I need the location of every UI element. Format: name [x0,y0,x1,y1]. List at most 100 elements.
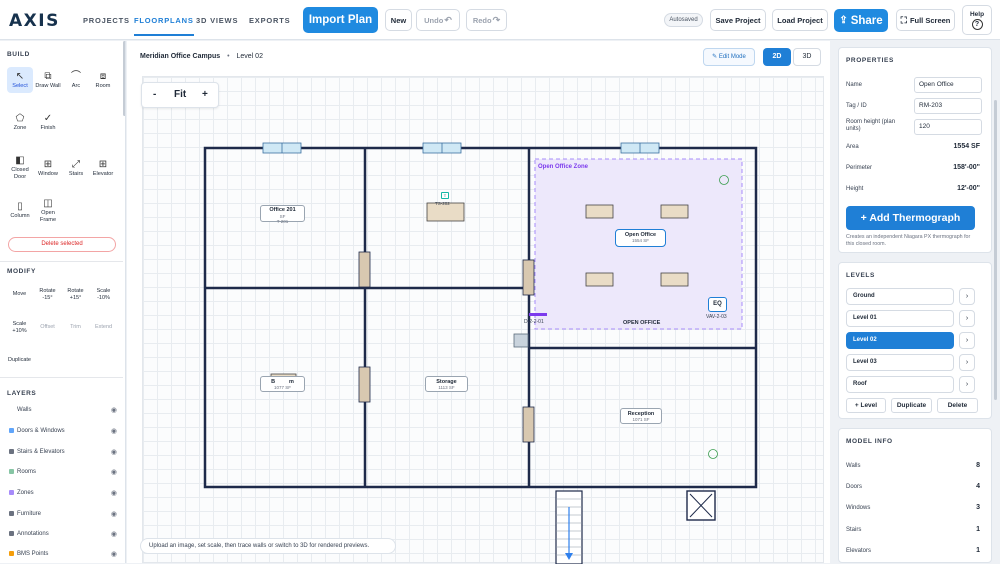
layer-zones[interactable]: Zones ◉ [9,489,117,497]
zoom-out-button[interactable]: - [153,89,156,100]
delete-level-button[interactable]: Delete [937,398,978,413]
add-thermograph-button[interactable]: + Add Thermograph [846,206,975,230]
build-section-title: BUILD [7,51,30,58]
right-panel-scrollbar[interactable] [994,100,997,400]
stairs[interactable] [555,490,583,564]
eye-icon[interactable]: ◉ [111,468,117,476]
equipment-eq-marker[interactable]: EQ [708,297,727,312]
add-level-button[interactable]: + Level [846,398,886,413]
zone-icon: ⬠ [15,113,25,124]
eye-icon[interactable]: ◉ [111,427,117,435]
left-panel: BUILD ↖ Select ⧉ Draw Wall ⌒ Arc ⧈ Room ⬠ Zon… [0,41,126,563]
layer-rooms[interactable]: Rooms ◉ [9,468,117,476]
modify-offset[interactable]: Offset [34,324,61,331]
doors[interactable] [358,251,535,443]
elevator[interactable] [686,490,716,521]
tool-draw-wall[interactable]: ⧉ Draw Wall [35,71,61,89]
tool-open-frame[interactable]: ◫ Open Frame [35,198,61,223]
tag-input[interactable]: RM-203 [914,98,982,114]
damper-marker[interactable] [529,313,547,316]
eye-icon[interactable]: ◉ [111,406,117,414]
modify-duplicate[interactable]: Duplicate [6,357,33,364]
floorplan-canvas[interactable]: Open Office Zone OPEN OFFICE Office 201 … [140,76,824,564]
room-label-b[interactable]: Bm 1077 SF [260,376,305,392]
eye-icon[interactable]: ◉ [111,510,117,518]
delete-selected-button[interactable]: Delete selected [8,237,116,252]
thermostat-icon[interactable]: T [441,192,449,199]
column[interactable] [513,333,529,348]
redo-label: Redo [472,15,492,25]
tool-select[interactable]: ↖ Select [7,67,33,93]
save-project-button[interactable]: Save Project [710,9,766,31]
tool-column[interactable]: ▯ Column [7,201,33,219]
level-item-level-01[interactable]: Level 01 [846,310,954,327]
room-label-office-201[interactable]: Office 201 SF T-201 [260,205,305,224]
tool-finish[interactable]: ✓ Finish [35,113,61,131]
tool-window[interactable]: ⊞ Window [35,159,61,177]
level-item-level-02[interactable]: Level 02 [846,332,954,349]
pencil-icon: ✎ [712,54,719,60]
level-item-ground[interactable]: Ground [846,288,954,305]
room-label-open-office[interactable]: Open Office 1554 SF [615,229,666,247]
layer-annotations[interactable]: Annotations ◉ [9,530,117,538]
model-info-title: MODEL INFO [846,438,893,445]
full-screen-button[interactable]: ⛶ Full Screen [896,9,955,31]
layer-doors-windows[interactable]: Doors & Windows ◉ [9,427,117,435]
level-item-roof[interactable]: Roof [846,376,954,393]
model-info-windows-label: Windows [846,505,871,511]
chevron-right-icon[interactable]: › [959,354,975,371]
layer-furniture[interactable]: Furniture ◉ [9,510,117,518]
new-button[interactable]: New [385,9,412,31]
chevron-right-icon[interactable]: › [959,288,975,305]
modify-extend[interactable]: Extend [90,324,117,331]
modify-move[interactable]: Move [6,291,33,298]
column-icon: ▯ [17,201,23,212]
nav-tab-projects[interactable]: PROJECTS [83,16,130,25]
left-panel-scrollbar[interactable] [123,41,125,116]
tool-stairs-label: Stairs [68,171,84,177]
tool-closed-door[interactable]: ◧ Closed Door [7,155,33,180]
eye-icon[interactable]: ◉ [111,448,117,456]
eye-icon[interactable]: ◉ [111,489,117,497]
fit-button[interactable]: Fit [174,89,186,100]
layer-walls[interactable]: Walls ◉ [9,406,117,414]
modify-rotate-cw[interactable]: Rotate +15° [62,288,89,301]
redo-button[interactable]: Redo ↷ [466,9,507,31]
room-label-storage[interactable]: Storage 1113 SF [425,376,468,392]
tool-stairs[interactable]: ⤢ Stairs [63,159,89,177]
undo-button[interactable]: Undo ↶ [416,9,460,31]
share-button[interactable]: ⇪ Share [834,9,888,32]
modify-rotate-ccw[interactable]: Rotate -15° [34,288,61,301]
view-3d-button[interactable]: 3D [793,48,821,66]
zoom-in-button[interactable]: + [202,89,208,100]
view-2d-button[interactable]: 2D [763,48,791,66]
nav-tab-exports[interactable]: EXPORTS [249,16,290,25]
tool-room[interactable]: ⧈ Room [90,71,116,89]
level-item-level-03[interactable]: Level 03 [846,354,954,371]
eye-icon[interactable]: ◉ [111,530,117,538]
tool-zone[interactable]: ⬠ Zone [7,113,33,131]
layer-stairs-elevators[interactable]: Stairs & Elevators ◉ [9,448,117,456]
room-label-reception[interactable]: Reception 1071 SF [620,408,662,424]
modify-trim[interactable]: Trim [62,324,89,331]
chevron-right-icon[interactable]: › [959,310,975,327]
project-name[interactable]: Meridian Office Campus [140,53,220,60]
tool-elevator[interactable]: ⊞ Elevator [90,159,116,177]
eye-icon[interactable]: ◉ [111,550,117,558]
app-logo[interactable]: AXIS [9,11,60,31]
duplicate-level-button[interactable]: Duplicate [891,398,932,413]
import-plan-button[interactable]: Import Plan [303,7,378,33]
load-project-button[interactable]: Load Project [772,9,828,31]
layer-bms-points[interactable]: BMS Points ◉ [9,550,117,558]
name-input[interactable]: Open Office [914,77,982,93]
edit-mode-button[interactable]: ✎ Edit Mode [703,48,755,66]
modify-scale-up[interactable]: Scale +10% [6,321,33,334]
chevron-right-icon[interactable]: › [959,332,975,349]
help-button[interactable]: Help ? [962,5,992,35]
chevron-right-icon[interactable]: › [959,376,975,393]
nav-tab-3d-views[interactable]: 3D VIEWS [196,16,238,25]
nav-tab-floorplans[interactable]: FLOORPLANS [134,16,194,36]
room-height-input[interactable]: 120 [914,119,982,135]
modify-scale-down[interactable]: Scale -10% [90,288,117,301]
tool-arc[interactable]: ⌒ Arc [63,71,89,89]
